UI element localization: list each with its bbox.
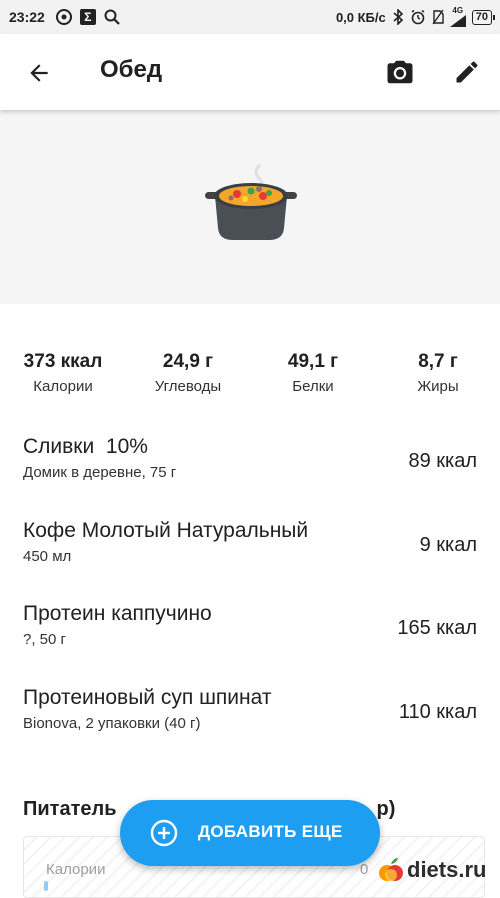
camera-button[interactable] [384, 56, 416, 88]
macros-summary: 373 ккал Калории 24,9 г Углеводы 49,1 г … [0, 350, 500, 400]
sim-off-icon [432, 9, 444, 25]
apple-logo-icon [379, 858, 403, 881]
macro-value: 8,7 г [418, 351, 458, 372]
alarm-icon [410, 9, 426, 25]
camera-icon [387, 60, 413, 84]
macro-fat: 8,7 г Жиры [417, 350, 458, 398]
status-time: 23:22 [9, 9, 45, 25]
arrow-back-icon [30, 64, 48, 82]
food-name: Протеиновый суп шпинат [23, 686, 272, 709]
search-icon [103, 8, 121, 26]
nutrient-bar [44, 881, 48, 891]
target-icon [55, 8, 73, 26]
add-more-label: ДОБАВИТЬ ЕЩЕ [198, 822, 343, 841]
nutrients-title-end: р) [376, 798, 396, 820]
food-calories: 9 ккал [419, 534, 477, 556]
macro-label: Белки [292, 378, 334, 395]
food-name: Кофе Молотый Натуральный [23, 519, 309, 542]
add-more-button[interactable]: ДОБАВИТЬ ЕЩЕ [120, 800, 380, 866]
edit-button[interactable] [451, 56, 483, 88]
watermark: diets.ru [378, 853, 486, 887]
battery-icon: 70 [471, 9, 496, 25]
food-name: Протеин каппучино [23, 602, 212, 625]
food-item[interactable]: Протеин каппучино ?, 50 г 165 ккал [0, 601, 500, 671]
food-name: Сливки 10% [23, 435, 148, 458]
nutrients-title-start: Питатель [23, 798, 117, 820]
page-title: Обед [100, 56, 163, 83]
watermark-text: diets.ru [407, 857, 487, 882]
macro-label: Углеводы [154, 378, 222, 395]
food-item[interactable]: Протеиновый суп шпинат Bionova, 2 упаков… [0, 685, 500, 755]
network-speed: 0,0 КБ/с [335, 9, 386, 25]
macro-label: Жиры [417, 378, 459, 395]
food-detail: Bionova, 2 упаковки (40 г) [23, 715, 201, 732]
macro-value: 49,1 г [287, 351, 339, 372]
network-type: 4G [452, 6, 464, 15]
status-bar: 23:22 Σ 0,0 КБ/с 4G 70 [0, 0, 500, 34]
food-calories: 165 ккал [397, 617, 477, 639]
macro-value: 373 ккал [23, 351, 103, 372]
food-item[interactable]: Кофе Молотый Натуральный 450 мл 9 ккал [0, 518, 500, 588]
macro-calories: 373 ккал Калории [24, 350, 103, 398]
food-calories: 110 ккал [398, 701, 477, 723]
macro-carbs: 24,9 г Углеводы [155, 350, 221, 398]
app-bar: Обед [0, 34, 500, 110]
macro-label: Калории [33, 378, 93, 395]
food-detail: ?, 50 г [23, 631, 67, 648]
meal-image-area [0, 110, 500, 304]
back-button[interactable] [24, 58, 54, 88]
food-item[interactable]: Сливки 10% Домик в деревне, 75 г 89 ккал [0, 434, 500, 504]
add-circle-icon [150, 819, 178, 847]
signal-icon: 4G [449, 6, 466, 27]
nutrient-row-value: 0 [360, 861, 369, 878]
food-detail: 450 мл [23, 548, 72, 565]
macro-value: 24,9 г [162, 351, 214, 372]
pot-of-food-icon [205, 164, 297, 240]
food-calories: 89 ккал [408, 450, 477, 472]
macro-protein: 49,1 г Белки [288, 350, 338, 398]
nutrient-row-label: Калории [46, 861, 106, 878]
bluetooth-icon [392, 9, 404, 25]
food-detail: Домик в деревне, 75 г [23, 464, 177, 481]
pencil-icon [456, 61, 478, 83]
sigma-icon: Σ [79, 9, 96, 25]
